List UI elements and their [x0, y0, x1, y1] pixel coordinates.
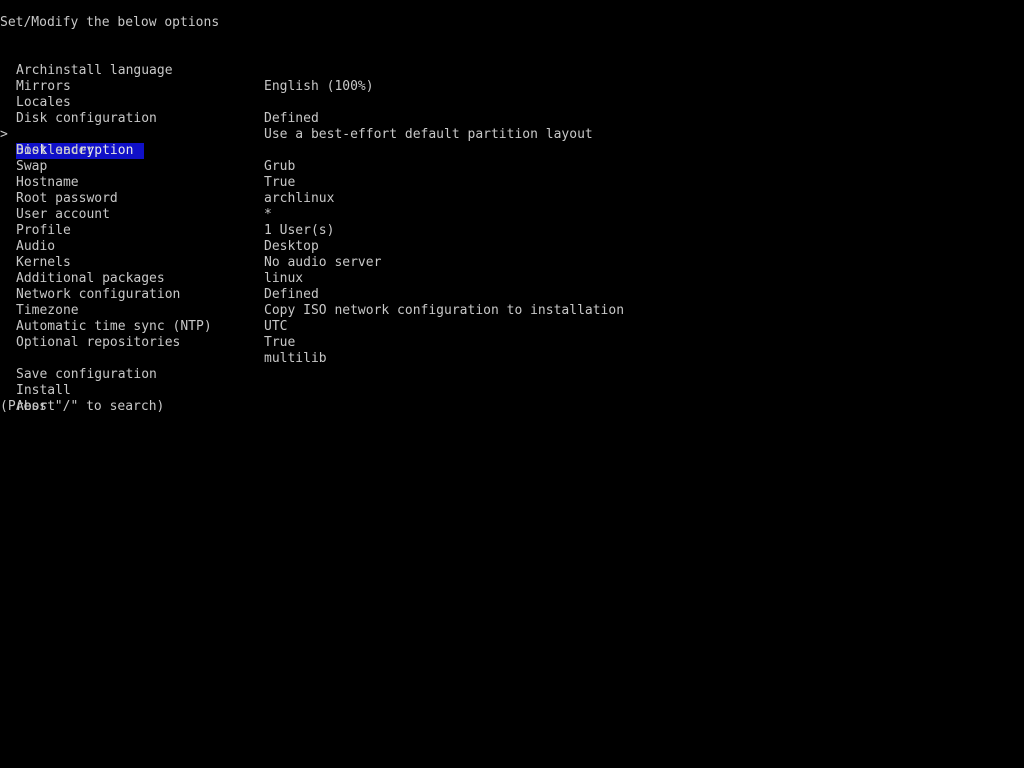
menu-item-automatic-time-sync[interactable]: Automatic time sync (NTP) True: [0, 303, 1024, 350]
menu-item-hostname[interactable]: Hostname archlinux: [0, 159, 1024, 206]
menu-item-network-configuration[interactable]: Network configuration Copy ISO network c…: [0, 271, 1024, 318]
menu-item-mirrors[interactable]: Mirrors: [0, 63, 1024, 94]
menu-item-user-account[interactable]: User account 1 User(s): [0, 191, 1024, 238]
menu-item-audio[interactable]: Audio No audio server: [0, 223, 1024, 270]
terminal-screen: Set/Modify the below options Archinstall…: [0, 0, 1024, 768]
menu-item-value: True: [264, 335, 296, 350]
menu-item-root-password[interactable]: Root password *: [0, 175, 1024, 222]
menu-item-archinstall-language[interactable]: Archinstall language English (100%): [0, 47, 1024, 94]
search-hint: (Press "/" to search): [0, 399, 165, 414]
menu-item-kernels[interactable]: Kernels linux: [0, 239, 1024, 286]
abort-button[interactable]: Abort: [0, 383, 1024, 414]
menu-item-swap[interactable]: Swap True: [0, 143, 1024, 190]
menu-item-disk-encryption[interactable]: > Disk encryption: [0, 111, 1024, 159]
save-configuration-button[interactable]: Save configuration: [0, 351, 1024, 382]
install-button[interactable]: Install: [0, 367, 1024, 398]
menu-item-locales[interactable]: Locales Defined: [0, 79, 1024, 126]
menu-item-disk-configuration[interactable]: Disk configuration Use a best-effort def…: [0, 95, 1024, 142]
menu-item-timezone[interactable]: Timezone UTC: [0, 287, 1024, 334]
menu-item-profile[interactable]: Profile Desktop: [0, 207, 1024, 254]
menu-item-label: Optional repositories: [16, 335, 181, 350]
menu-title: Set/Modify the below options: [0, 15, 220, 30]
menu-item-bootloader[interactable]: Bootloader Grub: [0, 127, 1024, 174]
menu-item-additional-packages[interactable]: Additional packages Defined: [0, 255, 1024, 302]
menu-item-optional-repositories[interactable]: Optional repositories multilib: [0, 319, 1024, 366]
